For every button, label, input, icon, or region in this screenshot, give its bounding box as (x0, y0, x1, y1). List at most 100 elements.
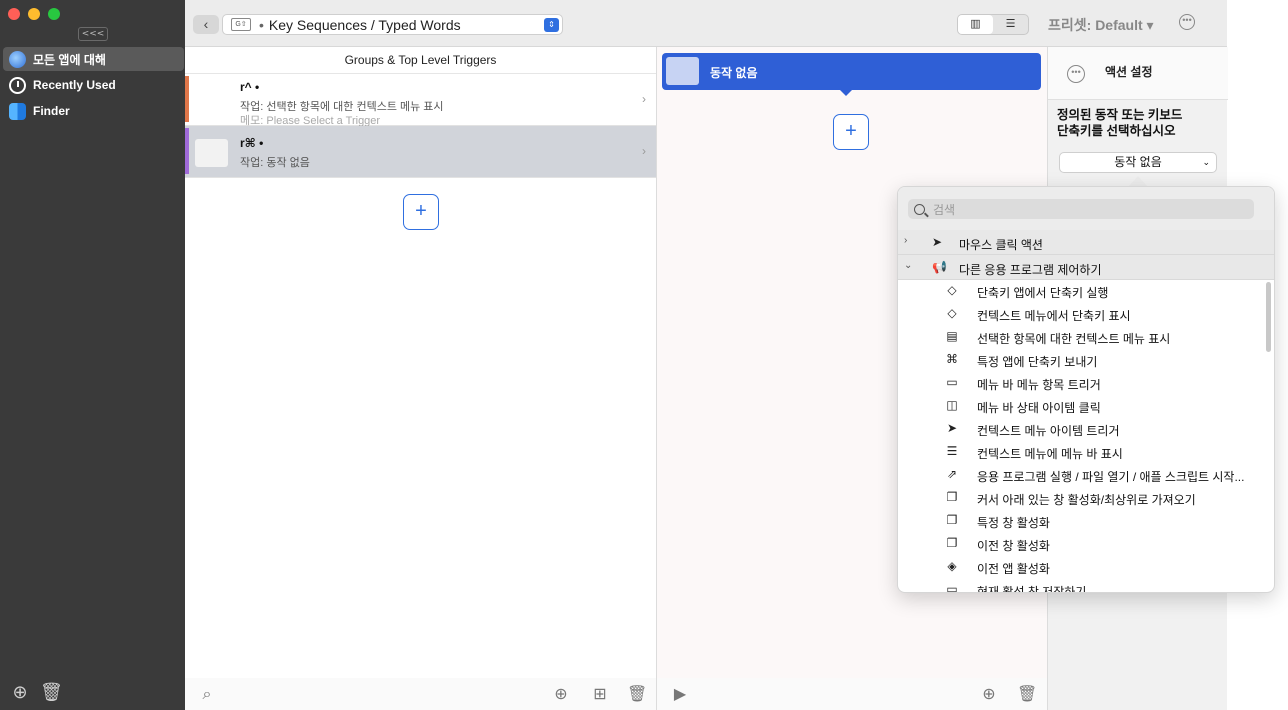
action-item[interactable]: 동작 없음 (662, 53, 1041, 96)
collapse-sidebar-button[interactable]: <<< (78, 27, 108, 41)
popover-scrollbar[interactable] (1266, 282, 1271, 352)
add-action-button[interactable]: + (833, 114, 869, 150)
layers-icon: ◇ (947, 283, 957, 297)
chevron-right-icon: › (904, 235, 908, 246)
list-item[interactable]: ⇗ 응용 프로그램 실행 / 파일 열기 / 애플 스크립트 시작... (898, 464, 1274, 487)
list-view-icon[interactable]: ☰ (993, 15, 1028, 34)
keyboard-icon: G⇧ (231, 18, 251, 31)
trash-icon[interactable]: 🗑 (1017, 685, 1037, 705)
chevron-down-icon: ⌄ (1202, 157, 1210, 167)
trigger-accent (185, 128, 189, 174)
trigger-action: 작업: 동작 없음 (240, 157, 310, 169)
share-icon: ⇗ (946, 467, 958, 481)
trigger-title: r^ • (240, 80, 260, 94)
category-row[interactable]: › ➤ 마우스 클릭 액션 (898, 230, 1274, 255)
chevron-right-icon: › (642, 92, 646, 106)
list-item[interactable]: ❐ 커서 아래 있는 창 활성화/최상위로 가져오기 (898, 487, 1274, 510)
chevron-updown-icon: ⇕ (544, 18, 559, 32)
triggers-header: Groups & Top Level Triggers (185, 47, 656, 74)
list-item[interactable]: ◇ 컨텍스트 메뉴에서 단축키 표시 (898, 303, 1274, 326)
back-button[interactable]: ‹ (193, 15, 219, 34)
actions-footer: ▶ ⊕ 🗑 (657, 678, 1047, 710)
windows-icon: ❐ (946, 513, 958, 527)
sidebar-item-label: Finder (33, 104, 70, 118)
add-action-icon[interactable]: ⊕ (979, 685, 999, 705)
action-type-select[interactable]: 동작 없음 ⌄ (1059, 152, 1217, 173)
search-icon (914, 203, 925, 215)
stack-icon: ◈ (947, 559, 957, 573)
command-icon: ⌘ (946, 352, 958, 366)
action-list: ◇ 단축키 앱에서 단축키 실행 ◇ 컨텍스트 메뉴에서 단축키 표시 ▤ 선택한 항… (898, 280, 1274, 593)
finder-icon (9, 102, 26, 120)
preset-selector[interactable]: 프리셋: Default ▾ (1048, 15, 1154, 35)
action-thumbnail (666, 57, 699, 85)
triggers-pane: Groups & Top Level Triggers r^ • 작업: 선택한… (185, 47, 657, 710)
trigger-thumbnail (195, 139, 228, 167)
config-header: ••• 액션 설정 (1048, 47, 1228, 100)
chevron-down-icon: ⌄ (904, 260, 913, 271)
toolbar: ‹ G⇧ • Key Sequences / Typed Words ⇕ ▥ ☰… (185, 0, 1227, 47)
trigger-row[interactable]: r⌘ • 작업: 동작 없음 › (185, 126, 656, 178)
edit-menu-icon: ▭ (946, 375, 958, 389)
action-picker-popover: 검색 › ➤ 마우스 클릭 액션 ⌄ 📢 다른 응용 프로그램 제어하기 ◇ 단축… (897, 186, 1275, 593)
list-item[interactable]: ▤ 선택한 항목에 대한 컨텍스트 메뉴 표시 (898, 326, 1274, 349)
list-item[interactable]: ➤ 컨텍스트 메뉴 아이템 트리거 (898, 418, 1274, 441)
sidebar-item-label: Recently Used (33, 78, 116, 92)
lines-icon: ☰ (946, 444, 958, 458)
close-window-button[interactable] (8, 8, 20, 20)
clock-icon (9, 76, 26, 94)
sidebar-item-all-apps[interactable]: 모든 앱에 대해 (3, 47, 184, 71)
megaphone-icon: 📢 (932, 260, 947, 274)
cursor-icon: ➤ (932, 235, 943, 249)
list-item[interactable]: ⌘ 특정 앱에 단축키 보내기 (898, 349, 1274, 372)
search-input[interactable]: 검색 (908, 199, 1254, 219)
add-app-button[interactable]: ⊕ (10, 682, 30, 702)
list-item[interactable]: ▭ 현재 활성 창 저장하기 (898, 579, 1274, 593)
list-item[interactable]: ❐ 특정 창 활성화 (898, 510, 1274, 533)
more-options-icon[interactable]: ••• (1067, 65, 1085, 83)
app-sidebar: <<< 모든 앱에 대해 Recently Used Finder ⊕ 🗑 (0, 0, 185, 710)
popover-search-bar: 검색 (898, 187, 1274, 230)
action-label: 동작 없음 (710, 66, 758, 80)
list-item[interactable]: ▭ 메뉴 바 메뉴 항목 트리거 (898, 372, 1274, 395)
windows-icon: ❐ (946, 536, 958, 550)
list-item[interactable]: ❐ 이전 창 활성화 (898, 533, 1274, 556)
trigger-type-label: Key Sequences / Typed Words (268, 16, 461, 33)
list-item[interactable]: ◈ 이전 앱 활성화 (898, 556, 1274, 579)
new-folder-icon[interactable]: ⊞ (590, 685, 610, 705)
view-toggle[interactable]: ▥ ☰ (957, 14, 1029, 35)
window-icon: ▭ (946, 582, 958, 593)
windows-icon: ❐ (946, 490, 958, 504)
status-item-icon: ◫ (946, 398, 958, 412)
trigger-accent (185, 76, 189, 122)
globe-icon (9, 50, 26, 68)
sidebar-item-label: 모든 앱에 대해 (33, 52, 106, 67)
list-item[interactable]: ◫ 메뉴 바 상태 아이템 클릭 (898, 395, 1274, 418)
chevron-right-icon: › (642, 144, 646, 158)
trigger-type-select[interactable]: G⇧ • Key Sequences / Typed Words ⇕ (222, 14, 563, 35)
add-trigger-button[interactable]: + (403, 194, 439, 230)
config-heading: 정의된 동작 또는 키보드 단축키를 선택하십시오 (1057, 108, 1183, 138)
sidebar-item-finder[interactable]: Finder (3, 99, 184, 123)
play-icon[interactable]: ▶ (670, 685, 690, 705)
column-view-icon[interactable]: ▥ (958, 15, 993, 34)
add-trigger-icon[interactable]: ⊕ (551, 685, 571, 705)
sidebar-item-recently-used[interactable]: Recently Used (3, 73, 184, 97)
context-menu-icon: ▤ (946, 329, 958, 343)
search-icon[interactable]: ⌕ (197, 685, 217, 705)
triggers-footer: ⌕ ⊕ ⊞ 🗑 (185, 678, 656, 710)
trigger-title: r⌘ • (240, 136, 264, 150)
list-item[interactable]: ☰ 컨텍스트 메뉴에 메뉴 바 표시 (898, 441, 1274, 464)
action-pointer (840, 90, 852, 96)
list-item[interactable]: ◇ 단축키 앱에서 단축키 실행 (898, 280, 1274, 303)
minimize-window-button[interactable] (28, 8, 40, 20)
zoom-window-button[interactable] (48, 8, 60, 20)
delete-app-button[interactable]: 🗑 (40, 682, 63, 702)
cursor-menu-icon: ➤ (946, 421, 958, 435)
more-options-icon[interactable]: ••• (1179, 14, 1195, 30)
layers-icon: ◇ (947, 306, 957, 320)
config-title: 액션 설정 (1105, 65, 1153, 79)
trigger-row[interactable]: r^ • 작업: 선택한 항목에 대한 컨텍스트 메뉴 표시 메모: Pleas… (185, 74, 656, 127)
category-row[interactable]: ⌄ 📢 다른 응용 프로그램 제어하기 (898, 255, 1274, 280)
trash-icon[interactable]: 🗑 (627, 685, 647, 705)
